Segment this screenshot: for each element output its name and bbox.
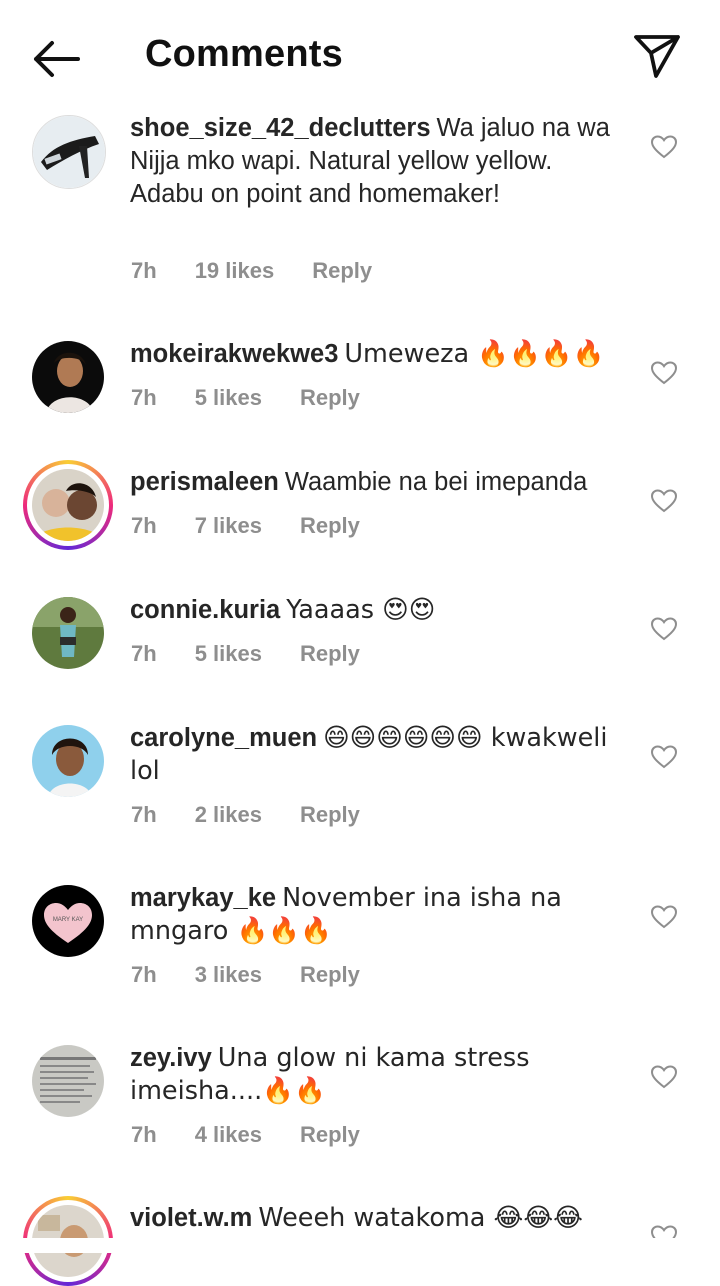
avatar[interactable] (32, 1045, 104, 1117)
svg-text:MARY KAY: MARY KAY (53, 917, 83, 923)
comment-meta: 7h 4 likes Reply (131, 1122, 398, 1148)
comment-likes[interactable]: 5 likes (195, 641, 262, 667)
comment-meta: 7h 2 likes Reply (131, 802, 398, 828)
avatar[interactable] (32, 597, 104, 669)
comment-username[interactable]: violet.w.m (130, 1204, 252, 1232)
heart-icon[interactable] (651, 135, 677, 159)
heart-icon[interactable] (651, 1065, 677, 1089)
comment-text: violet.w.m Weeeh watakoma 😂😂😂 (130, 1202, 630, 1235)
back-arrow-icon[interactable] (30, 38, 82, 80)
comment-body: Weeeh watakoma 😂😂😂 (258, 1203, 583, 1233)
comment-meta: 7h 19 likes Reply (131, 258, 410, 284)
comment-text: zey.ivy Una glow ni kama stress imeisha..… (130, 1042, 630, 1108)
reply-button[interactable]: Reply (300, 513, 360, 539)
comment-time: 7h (131, 513, 157, 538)
marykay-logo-icon: MARY KAY (32, 885, 104, 957)
comment-time: 7h (131, 962, 157, 987)
comment-likes[interactable]: 3 likes (195, 962, 262, 988)
portrait-avatar-icon (32, 725, 104, 797)
comment-time: 7h (131, 1122, 157, 1147)
comment-likes[interactable]: 2 likes (195, 802, 262, 828)
comment-body: Umeweza 🔥🔥🔥🔥 (344, 339, 605, 369)
comment-text: shoe_size_42_declutters Wa jaluo na wa Ni… (130, 112, 630, 211)
reply-button[interactable]: Reply (300, 1122, 360, 1148)
comment-body: Waambie na bei imepanda (284, 468, 588, 496)
comment-likes[interactable]: 7 likes (195, 513, 262, 539)
avatar[interactable] (32, 341, 104, 413)
heart-icon[interactable] (651, 745, 677, 769)
header: Comments (0, 0, 720, 112)
reply-button[interactable]: Reply (312, 258, 372, 284)
reply-button[interactable]: Reply (300, 385, 360, 411)
bottom-mask (0, 1238, 720, 1253)
comment-likes[interactable]: 19 likes (195, 258, 275, 284)
comment-time: 7h (131, 385, 157, 410)
outdoor-avatar-icon (32, 597, 104, 669)
comment-time: 7h (131, 802, 157, 827)
comment-meta: 7h 3 likes Reply (131, 962, 398, 988)
comment-username[interactable]: connie.kuria (130, 596, 280, 624)
person-avatar-icon (32, 341, 104, 413)
heart-icon[interactable] (651, 361, 677, 385)
shoe-avatar-icon (33, 116, 105, 188)
comment-time: 7h (131, 641, 157, 666)
comment-meta: 7h 5 likes Reply (131, 641, 398, 667)
comment-likes[interactable]: 5 likes (195, 385, 262, 411)
heart-icon[interactable] (651, 489, 677, 513)
heart-icon[interactable] (651, 905, 677, 929)
comment-text: connie.kuria Yaaaas 😍😍 (130, 594, 630, 627)
comment-username[interactable]: perismaleen (130, 468, 279, 496)
text-card-avatar-icon (32, 1045, 104, 1117)
heart-icon[interactable] (651, 617, 677, 641)
comment-username[interactable]: shoe_size_42_declutters (130, 114, 431, 142)
avatar[interactable] (23, 460, 113, 550)
comment-username[interactable]: carolyne_muen (130, 724, 317, 752)
page-title: Comments (145, 33, 343, 75)
comment-body: Yaaaas 😍😍 (286, 595, 436, 625)
reply-button[interactable]: Reply (300, 962, 360, 988)
comment-meta: 7h 7 likes Reply (131, 513, 398, 539)
comment-text: perismaleen Waambie na bei imepanda (130, 466, 630, 499)
reply-button[interactable]: Reply (300, 802, 360, 828)
comment-likes[interactable]: 4 likes (195, 1122, 262, 1148)
avatar[interactable] (32, 115, 106, 189)
comment-username[interactable]: zey.ivy (130, 1044, 212, 1072)
comment-meta: 7h 5 likes Reply (131, 385, 398, 411)
direct-message-icon[interactable] (632, 32, 682, 80)
reply-button[interactable]: Reply (300, 641, 360, 667)
comment-text: marykay_ke November ina isha na mngaro 🔥🔥… (130, 882, 630, 948)
comment-username[interactable]: mokeirakwekwe3 (130, 340, 338, 368)
comment-time: 7h (131, 258, 157, 283)
comment-text: mokeirakwekwe3 Umeweza 🔥🔥🔥🔥 (130, 338, 630, 371)
avatar[interactable]: MARY KAY (32, 885, 104, 957)
avatar[interactable] (32, 725, 104, 797)
comment-username[interactable]: marykay_ke (130, 884, 276, 912)
mother-child-avatar-icon (32, 469, 104, 541)
comment-text: carolyne_muen 😄😄😄😄😄😄 kwakweli lol (130, 722, 630, 788)
